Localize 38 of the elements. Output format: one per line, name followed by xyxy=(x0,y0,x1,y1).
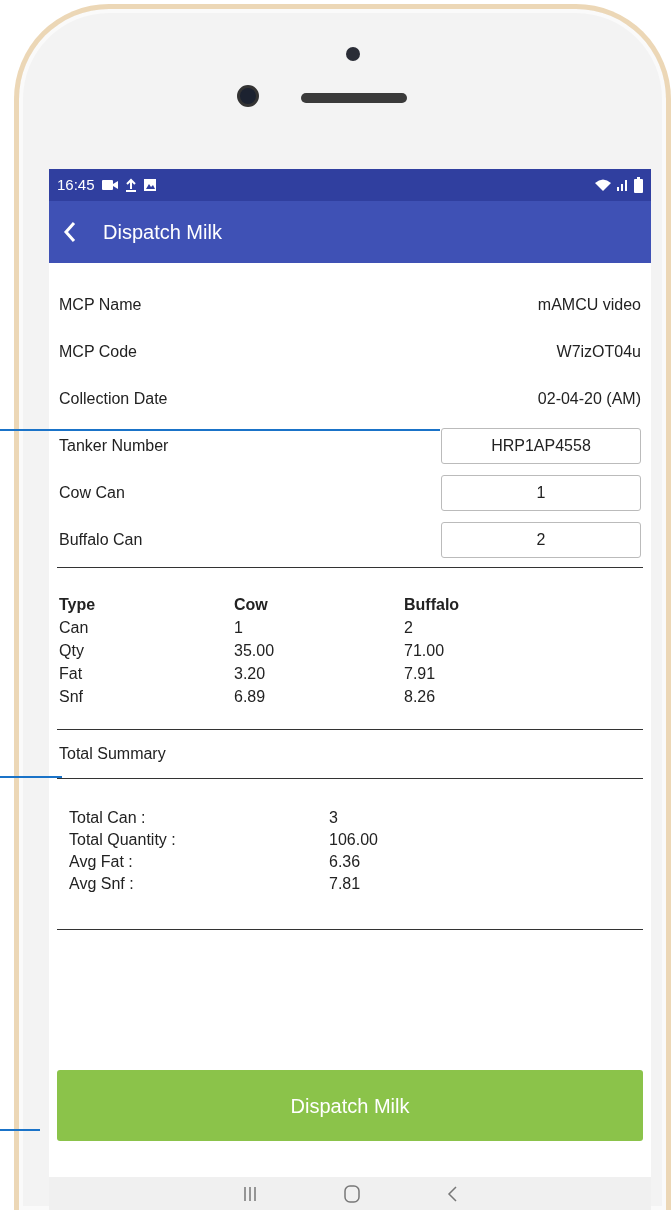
field-label: MCP Code xyxy=(59,341,137,362)
column-header: Cow xyxy=(234,595,269,615)
input-field[interactable]: 2 xyxy=(441,521,641,558)
table-cell-text: Can xyxy=(59,618,90,638)
table-cell-text: 7.91 xyxy=(404,664,437,684)
column-header: Buffalo xyxy=(404,595,461,615)
field-label: Cow Can xyxy=(59,482,125,503)
input-field[interactable]: HRP1AP4558 xyxy=(441,427,641,464)
summary-value: 106.00 xyxy=(329,830,379,850)
field-label: Tanker Number xyxy=(59,435,169,456)
summary-label: Total Can : xyxy=(69,808,147,828)
field-label: MCP Name xyxy=(59,294,142,315)
table-cell-text: 3.20 xyxy=(234,664,267,684)
section-title: Total Summary xyxy=(59,745,166,762)
field-value: 02-04-20 (AM) xyxy=(537,388,641,409)
field-label: Buffalo Can xyxy=(59,529,143,550)
summary-label: Avg Snf : xyxy=(69,874,135,894)
summary-label: Avg Fat : xyxy=(69,852,134,872)
screen-title: Dispatch Milk xyxy=(103,220,222,245)
column-header: Type xyxy=(59,595,97,615)
status-time: 16:45 xyxy=(57,174,95,195)
table-cell-text: 71.00 xyxy=(404,641,446,661)
input-field[interactable]: 1 xyxy=(441,474,641,511)
summary-value: 7.81 xyxy=(329,874,362,894)
field-value: W7izOT04u xyxy=(556,341,641,362)
table-cell-text: Qty xyxy=(59,641,85,661)
table-cell-text: 6.89 xyxy=(234,687,267,707)
table-cell-text: 8.26 xyxy=(404,687,437,707)
summary-value: 3 xyxy=(329,808,339,828)
table-cell-text: 35.00 xyxy=(234,641,276,661)
summary-label: Total Quantity : xyxy=(69,830,177,850)
table-cell-text: Snf xyxy=(59,687,84,707)
table-cell-text: 2 xyxy=(404,618,414,638)
table-cell-text: 1 xyxy=(234,618,244,638)
table-cell-text: Fat xyxy=(59,664,84,684)
summary-value: 6.36 xyxy=(329,852,362,872)
field-value: mAMCU video xyxy=(537,294,641,315)
field-label: Collection Date xyxy=(59,388,168,409)
